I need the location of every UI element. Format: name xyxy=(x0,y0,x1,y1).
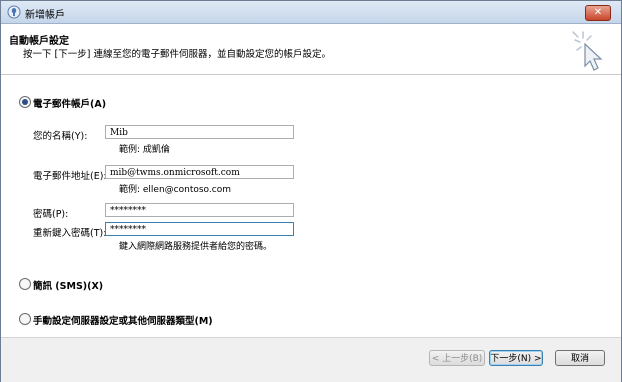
name-label: 您的名稱(Y): xyxy=(33,131,88,142)
email-account-label[interactable]: 電子郵件帳戶(A) xyxy=(33,96,106,110)
confirm-password-field[interactable]: ******** xyxy=(105,222,294,236)
window-title: 新增帳戶 xyxy=(25,10,65,21)
email-account-radio[interactable] xyxy=(19,96,31,108)
password-field[interactable]: ******** xyxy=(105,203,294,217)
add-account-dialog: 新增帳戶 ✕ 自動帳戶設定 按一下 [下一步] 連線至您的電子郵件伺服器，並自動… xyxy=(0,0,622,382)
name-field[interactable]: Mib xyxy=(105,125,294,139)
close-button[interactable]: ✕ xyxy=(585,5,611,21)
confirm-password-label: 重新鍵入密碼(T): xyxy=(33,228,107,239)
wizard-footer: < 上一步(B) 下一步(N) > 取消 xyxy=(1,337,621,382)
page-title: 自動帳戶設定 xyxy=(9,36,69,47)
email-label: 電子郵件地址(E): xyxy=(33,171,107,182)
sms-radio[interactable] xyxy=(19,278,31,290)
outlook-icon xyxy=(7,5,21,19)
back-button[interactable]: < 上一步(B) xyxy=(429,350,485,366)
cancel-button[interactable]: 取消 xyxy=(555,350,605,366)
name-example: 範例: 成凱倫 xyxy=(119,145,170,155)
email-field[interactable]: mib@twms.onmicrosoft.com xyxy=(105,165,294,179)
wizard-header: 自動帳戶設定 按一下 [下一步] 連線至您的電子郵件伺服器，並自動設定您的帳戶設… xyxy=(1,24,621,75)
manual-setup-radio[interactable] xyxy=(19,313,31,325)
close-icon: ✕ xyxy=(593,7,603,18)
password-label: 密碼(P): xyxy=(33,209,69,220)
wizard-content: 電子郵件帳戶(A) 您的名稱(Y): Mib 範例: 成凱倫 電子郵件地址(E)… xyxy=(1,75,621,337)
password-hint: 鍵入網際網路服務提供者給您的密碼。 xyxy=(119,242,273,252)
email-example: 範例: ellen@contoso.com xyxy=(119,185,231,195)
next-button[interactable]: 下一步(N) > xyxy=(489,350,543,366)
page-description: 按一下 [下一步] 連線至您的電子郵件伺服器，並自動設定您的帳戶設定。 xyxy=(23,49,331,60)
manual-setup-label[interactable]: 手動設定伺服器設定或其他伺服器類型(M) xyxy=(33,313,213,327)
setup-cursor-icon xyxy=(572,31,603,71)
title-bar: 新增帳戶 ✕ xyxy=(1,1,621,24)
sms-label[interactable]: 簡訊 (SMS)(X) xyxy=(33,278,103,292)
